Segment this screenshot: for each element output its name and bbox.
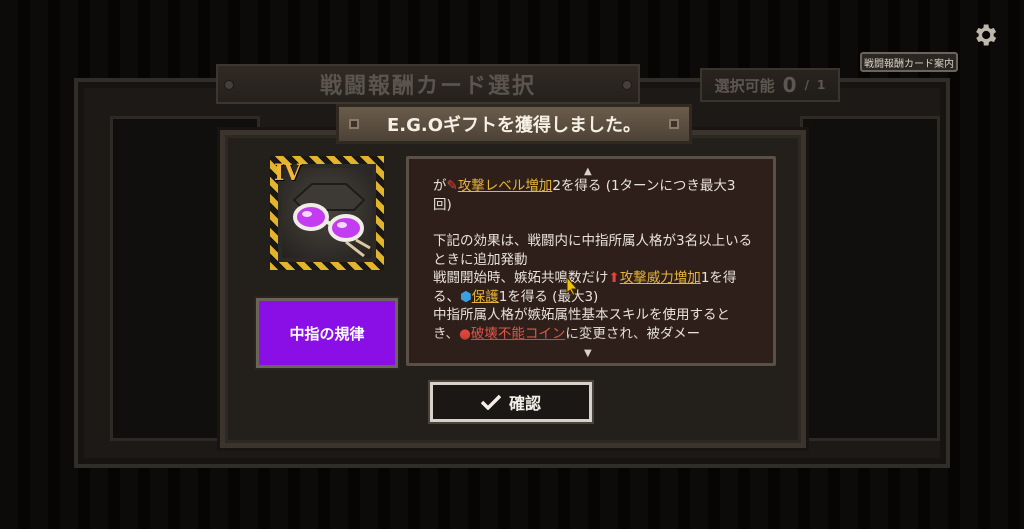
checkmark-icon [480, 394, 501, 410]
gift-name: 中指の規律 [289, 324, 365, 343]
gift-name-plate: 中指の規律 [256, 298, 398, 368]
confirm-button[interactable]: 確認 [430, 382, 592, 422]
dialog-title-text: E.G.Oギフトを獲得しました。 [386, 115, 642, 136]
bolt-decor [669, 119, 679, 129]
gift-description-box[interactable]: が✎攻撃レベル増加2を得る (1ターンにつき最大3回) 下記の効果は、戦闘内に中… [406, 156, 776, 366]
settings-button[interactable] [968, 18, 1002, 52]
bolt-decor [349, 119, 359, 129]
gear-icon [976, 24, 997, 46]
keyword-damage-up[interactable]: 攻撃威力増加 [620, 270, 701, 286]
cursor-icon [566, 276, 578, 296]
description-line: 戦闘開始時、嫉妬共鳴数だけ⬆攻撃威力増加1を得る、⬢保護1を得る (最大3) [433, 270, 737, 305]
dialog-title: E.G.Oギフトを獲得しました。 [336, 104, 692, 144]
confirm-button-label: 確認 [508, 394, 541, 413]
triangle-down-icon[interactable]: ▼ [584, 348, 592, 359]
triangle-up-icon[interactable]: ▲ [584, 166, 592, 177]
description-line: 下記の効果は、戦闘内に中指所属人格が3名以上いるときに追加発動 [433, 233, 753, 268]
keyword-protection[interactable]: 保護 [472, 289, 499, 305]
keyword-attack-level-up[interactable]: 攻撃レベル増加 [458, 178, 553, 194]
reward-guide-button[interactable]: 戦闘報酬カード案内 [860, 52, 958, 72]
description-line: が✎攻撃レベル増加2を得る (1ターンにつき最大3回) [433, 178, 736, 213]
gift-tier-badge: IV [274, 160, 302, 186]
